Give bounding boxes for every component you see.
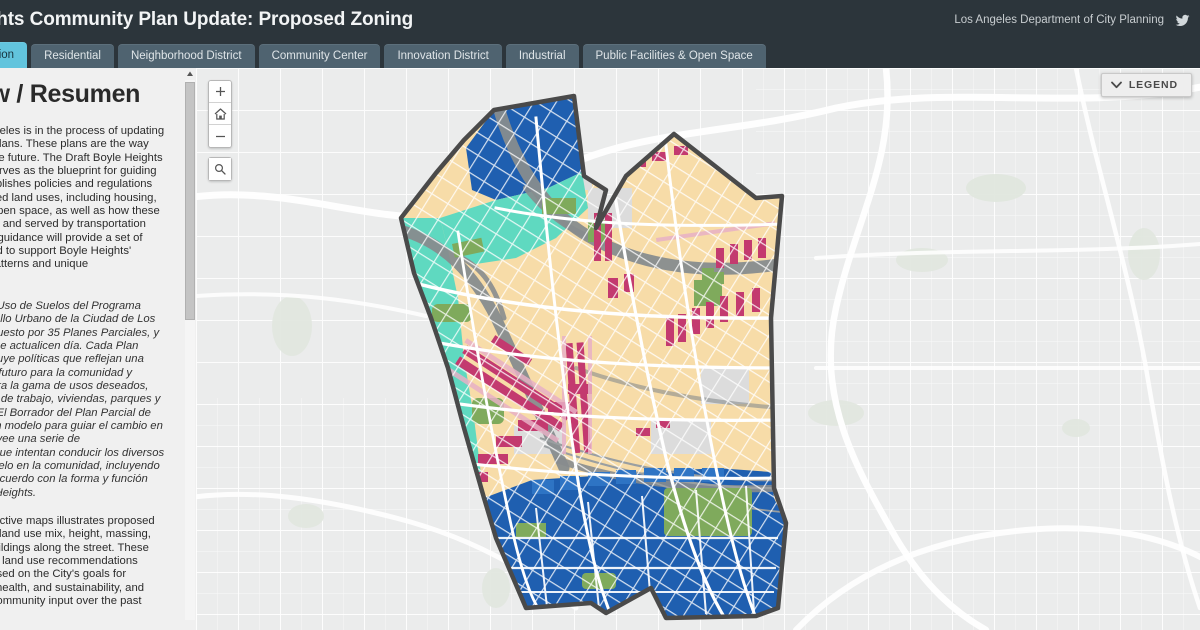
scrollbar-thumb[interactable] [185,82,195,320]
map-view[interactable]: LEGEND [196,68,1200,630]
home-icon[interactable] [209,103,231,125]
tab-innovation-district[interactable]: Innovation District [384,44,502,68]
tab-neighborhood-district[interactable]: Neighborhood District [117,44,255,68]
chevron-up-icon[interactable] [184,68,196,80]
page-title: Boyle Heights Community Plan Update: Pro… [0,9,414,30]
tab-bar: General Plan Designation Residential Nei… [0,40,1200,68]
tab-public-facilities-open-space[interactable]: Public Facilities & Open Space [582,44,766,68]
legend-toggle[interactable]: LEGEND [1100,73,1192,97]
sidebar-heading: Overview / Resumen [0,80,141,108]
sidebar-paragraph-en-2: This series of interactive maps illustra… [0,514,155,607]
tab-community-center[interactable]: Community Center [258,44,381,68]
search-icon[interactable] [209,158,231,180]
chevron-down-icon [1110,81,1122,89]
app-root: Boyle Heights Community Plan Update: Pro… [0,0,1200,630]
tab-general-plan-designation[interactable]: General Plan Designation [0,42,28,68]
app-header: Boyle Heights Community Plan Update: Pro… [0,0,1200,40]
header-right-group: Los Angeles Department of City Planning [954,13,1200,28]
legend-label: LEGEND [1128,79,1178,91]
zoom-in-button[interactable] [209,81,231,103]
tab-list: General Plan Designation Residential Nei… [0,40,1200,68]
map-controls [208,80,232,181]
zoom-button-group [208,80,232,148]
sidebar-scrollbar[interactable] [184,68,196,630]
sidebar-paragraph-es-1: El Elemento sobre Uso de Suelos del Prog… [0,299,165,499]
search-button-group [208,157,232,181]
sidebar-panel: Overview / Resumen The City of Los Angel… [0,68,196,630]
map-canvas[interactable] [196,68,1200,630]
zoom-out-button[interactable] [209,125,231,147]
sidebar-content: Overview / Resumen The City of Los Angel… [0,68,181,630]
tab-industrial[interactable]: Industrial [505,44,579,68]
twitter-icon[interactable] [1175,13,1190,28]
agency-label: Los Angeles Department of City Planning [954,14,1164,26]
tab-residential[interactable]: Residential [31,44,114,68]
sidebar-paragraph-en-1: The City of Los Angeles is in the proces… [0,125,165,271]
